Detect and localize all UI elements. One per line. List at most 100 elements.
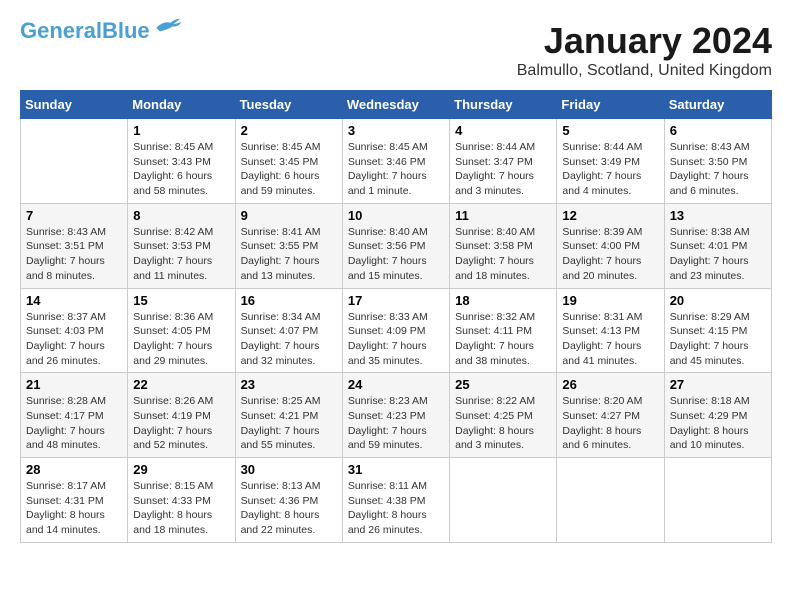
logo-text: GeneralBlue <box>20 20 150 42</box>
calendar-table: SundayMondayTuesdayWednesdayThursdayFrid… <box>20 90 772 543</box>
day-info: Sunrise: 8:36 AMSunset: 4:05 PMDaylight:… <box>133 310 229 369</box>
day-info: Sunrise: 8:38 AMSunset: 4:01 PMDaylight:… <box>670 225 766 284</box>
day-info: Sunrise: 8:26 AMSunset: 4:19 PMDaylight:… <box>133 394 229 453</box>
day-info: Sunrise: 8:23 AMSunset: 4:23 PMDaylight:… <box>348 394 444 453</box>
day-number: 2 <box>241 123 337 138</box>
calendar-cell: 22 Sunrise: 8:26 AMSunset: 4:19 PMDayligh… <box>128 373 235 458</box>
day-info: Sunrise: 8:44 AMSunset: 3:49 PMDaylight:… <box>562 140 658 199</box>
day-number: 27 <box>670 377 766 392</box>
day-info: Sunrise: 8:43 AMSunset: 3:50 PMDaylight:… <box>670 140 766 199</box>
column-header-monday: Monday <box>128 91 235 119</box>
day-info: Sunrise: 8:42 AMSunset: 3:53 PMDaylight:… <box>133 225 229 284</box>
day-info: Sunrise: 8:33 AMSunset: 4:09 PMDaylight:… <box>348 310 444 369</box>
calendar-cell: 27 Sunrise: 8:18 AMSunset: 4:29 PMDayligh… <box>664 373 771 458</box>
logo: GeneralBlue <box>20 20 182 42</box>
calendar-week-row: 21 Sunrise: 8:28 AMSunset: 4:17 PMDayligh… <box>21 373 772 458</box>
calendar-cell: 3 Sunrise: 8:45 AMSunset: 3:46 PMDaylight… <box>342 119 449 204</box>
day-number: 26 <box>562 377 658 392</box>
day-number: 22 <box>133 377 229 392</box>
day-number: 4 <box>455 123 551 138</box>
day-info: Sunrise: 8:40 AMSunset: 3:56 PMDaylight:… <box>348 225 444 284</box>
column-header-wednesday: Wednesday <box>342 91 449 119</box>
calendar-cell: 18Sunrise: 8:32 AMSunset: 4:11 PMDayligh… <box>450 288 557 373</box>
calendar-cell: 4 Sunrise: 8:44 AMSunset: 3:47 PMDaylight… <box>450 119 557 204</box>
calendar-cell: 2 Sunrise: 8:45 AMSunset: 3:45 PMDaylight… <box>235 119 342 204</box>
day-number: 13 <box>670 208 766 223</box>
calendar-cell: 14Sunrise: 8:37 AMSunset: 4:03 PMDayligh… <box>21 288 128 373</box>
day-number: 15 <box>133 293 229 308</box>
calendar-week-row: 14Sunrise: 8:37 AMSunset: 4:03 PMDayligh… <box>21 288 772 373</box>
day-info: Sunrise: 8:13 AMSunset: 4:36 PMDaylight:… <box>241 479 337 538</box>
day-info: Sunrise: 8:18 AMSunset: 4:29 PMDaylight:… <box>670 394 766 453</box>
logo-bird-icon <box>152 17 182 35</box>
calendar-cell: 26 Sunrise: 8:20 AMSunset: 4:27 PMDayligh… <box>557 373 664 458</box>
calendar-cell: 16Sunrise: 8:34 AMSunset: 4:07 PMDayligh… <box>235 288 342 373</box>
column-header-friday: Friday <box>557 91 664 119</box>
day-info: Sunrise: 8:39 AMSunset: 4:00 PMDaylight:… <box>562 225 658 284</box>
column-header-tuesday: Tuesday <box>235 91 342 119</box>
day-number: 17 <box>348 293 444 308</box>
day-info: Sunrise: 8:28 AMSunset: 4:17 PMDaylight:… <box>26 394 122 453</box>
day-number: 1 <box>133 123 229 138</box>
day-info: Sunrise: 8:11 AMSunset: 4:38 PMDaylight:… <box>348 479 444 538</box>
day-number: 11 <box>455 208 551 223</box>
calendar-cell: 1 Sunrise: 8:45 AMSunset: 3:43 PMDaylight… <box>128 119 235 204</box>
page-header: GeneralBlue January 2024 Balmullo, Scotl… <box>20 20 772 80</box>
day-info: Sunrise: 8:40 AMSunset: 3:58 PMDaylight:… <box>455 225 551 284</box>
day-info: Sunrise: 8:29 AMSunset: 4:15 PMDaylight:… <box>670 310 766 369</box>
calendar-cell: 31Sunrise: 8:11 AMSunset: 4:38 PMDayligh… <box>342 458 449 543</box>
calendar-week-row: 7Sunrise: 8:43 AMSunset: 3:51 PMDaylight… <box>21 203 772 288</box>
day-number: 3 <box>348 123 444 138</box>
month-title: January 2024 <box>517 20 772 62</box>
calendar-cell <box>557 458 664 543</box>
day-number: 9 <box>241 208 337 223</box>
calendar-week-row: 1 Sunrise: 8:45 AMSunset: 3:43 PMDaylight… <box>21 119 772 204</box>
day-number: 25 <box>455 377 551 392</box>
column-header-saturday: Saturday <box>664 91 771 119</box>
day-info: Sunrise: 8:20 AMSunset: 4:27 PMDaylight:… <box>562 394 658 453</box>
day-info: Sunrise: 8:45 AMSunset: 3:45 PMDaylight:… <box>241 140 337 199</box>
day-info: Sunrise: 8:31 AMSunset: 4:13 PMDaylight:… <box>562 310 658 369</box>
day-number: 18 <box>455 293 551 308</box>
day-number: 6 <box>670 123 766 138</box>
day-info: Sunrise: 8:45 AMSunset: 3:43 PMDaylight:… <box>133 140 229 199</box>
day-number: 19 <box>562 293 658 308</box>
day-number: 30 <box>241 462 337 477</box>
day-number: 21 <box>26 377 122 392</box>
calendar-cell: 6 Sunrise: 8:43 AMSunset: 3:50 PMDaylight… <box>664 119 771 204</box>
day-number: 5 <box>562 123 658 138</box>
day-info: Sunrise: 8:45 AMSunset: 3:46 PMDaylight:… <box>348 140 444 199</box>
calendar-cell: 24Sunrise: 8:23 AMSunset: 4:23 PMDayligh… <box>342 373 449 458</box>
calendar-cell: 11 Sunrise: 8:40 AMSunset: 3:58 PMDayligh… <box>450 203 557 288</box>
day-number: 20 <box>670 293 766 308</box>
calendar-cell: 8Sunrise: 8:42 AMSunset: 3:53 PMDaylight… <box>128 203 235 288</box>
calendar-cell: 13 Sunrise: 8:38 AMSunset: 4:01 PMDayligh… <box>664 203 771 288</box>
calendar-cell: 25Sunrise: 8:22 AMSunset: 4:25 PMDayligh… <box>450 373 557 458</box>
column-header-sunday: Sunday <box>21 91 128 119</box>
day-number: 7 <box>26 208 122 223</box>
calendar-cell: 19 Sunrise: 8:31 AMSunset: 4:13 PMDayligh… <box>557 288 664 373</box>
calendar-cell: 20 Sunrise: 8:29 AMSunset: 4:15 PMDayligh… <box>664 288 771 373</box>
calendar-cell <box>664 458 771 543</box>
day-info: Sunrise: 8:34 AMSunset: 4:07 PMDaylight:… <box>241 310 337 369</box>
column-header-thursday: Thursday <box>450 91 557 119</box>
day-number: 29 <box>133 462 229 477</box>
day-info: Sunrise: 8:15 AMSunset: 4:33 PMDaylight:… <box>133 479 229 538</box>
calendar-header-row: SundayMondayTuesdayWednesdayThursdayFrid… <box>21 91 772 119</box>
calendar-cell: 23Sunrise: 8:25 AMSunset: 4:21 PMDayligh… <box>235 373 342 458</box>
calendar-cell: 15 Sunrise: 8:36 AMSunset: 4:05 PMDayligh… <box>128 288 235 373</box>
calendar-cell: 21 Sunrise: 8:28 AMSunset: 4:17 PMDayligh… <box>21 373 128 458</box>
calendar-cell: 28Sunrise: 8:17 AMSunset: 4:31 PMDayligh… <box>21 458 128 543</box>
day-info: Sunrise: 8:44 AMSunset: 3:47 PMDaylight:… <box>455 140 551 199</box>
calendar-cell: 10 Sunrise: 8:40 AMSunset: 3:56 PMDayligh… <box>342 203 449 288</box>
calendar-cell: 30 Sunrise: 8:13 AMSunset: 4:36 PMDayligh… <box>235 458 342 543</box>
day-info: Sunrise: 8:25 AMSunset: 4:21 PMDaylight:… <box>241 394 337 453</box>
location-subtitle: Balmullo, Scotland, United Kingdom <box>517 62 772 80</box>
calendar-week-row: 28Sunrise: 8:17 AMSunset: 4:31 PMDayligh… <box>21 458 772 543</box>
calendar-cell: 9Sunrise: 8:41 AMSunset: 3:55 PMDaylight… <box>235 203 342 288</box>
day-number: 14 <box>26 293 122 308</box>
calendar-cell: 29 Sunrise: 8:15 AMSunset: 4:33 PMDayligh… <box>128 458 235 543</box>
day-number: 10 <box>348 208 444 223</box>
calendar-cell <box>450 458 557 543</box>
day-number: 12 <box>562 208 658 223</box>
